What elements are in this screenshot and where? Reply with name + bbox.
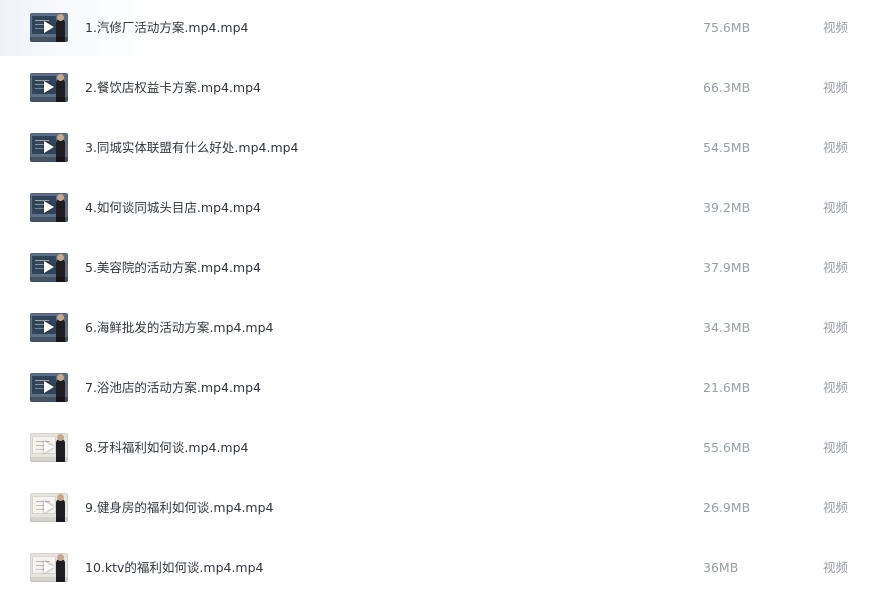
file-type: 视频 xyxy=(823,380,849,395)
file-name[interactable]: 1.汽修厂活动方案.mp4.mp4 xyxy=(85,19,249,37)
thumbnail-floor xyxy=(30,397,68,402)
file-name[interactable]: 8.牙科福利如何谈.mp4.mp4 xyxy=(85,439,249,457)
file-type: 视频 xyxy=(823,500,849,515)
play-icon xyxy=(44,201,54,213)
file-name[interactable]: 2.餐饮店权益卡方案.mp4.mp4 xyxy=(85,79,261,97)
file-size: 39.2MB xyxy=(703,200,751,215)
file-size: 34.3MB xyxy=(703,320,751,335)
video-thumbnail[interactable] xyxy=(30,313,68,342)
file-name[interactable]: 3.同城实体联盟有什么好处.mp4.mp4 xyxy=(85,139,299,157)
video-thumbnail[interactable] xyxy=(30,433,68,462)
thumbnail-floor xyxy=(30,37,68,42)
file-row[interactable]: 10.ktv的福利如何谈.mp4.mp4 36MB 视频 xyxy=(0,540,887,596)
file-row[interactable]: 2.餐饮店权益卡方案.mp4.mp4 66.3MB 视频 xyxy=(0,60,887,116)
file-type: 视频 xyxy=(823,200,849,215)
thumbnail-floor xyxy=(30,217,68,222)
file-name[interactable]: 7.浴池店的活动方案.mp4.mp4 xyxy=(85,379,261,397)
file-row[interactable]: 8.牙科福利如何谈.mp4.mp4 55.6MB 视频 xyxy=(0,420,887,476)
file-type: 视频 xyxy=(823,140,849,155)
file-name[interactable]: 5.美容院的活动方案.mp4.mp4 xyxy=(85,259,261,277)
thumbnail-floor xyxy=(30,97,68,102)
file-type: 视频 xyxy=(823,20,849,35)
thumbnail-floor xyxy=(30,337,68,342)
play-icon xyxy=(44,501,54,513)
file-size: 66.3MB xyxy=(703,80,751,95)
play-icon xyxy=(44,141,54,153)
file-name[interactable]: 9.健身房的福利如何谈.mp4.mp4 xyxy=(85,499,274,517)
play-icon xyxy=(44,321,54,333)
thumbnail-floor xyxy=(30,457,68,462)
file-name[interactable]: 4.如何谈同城头目店.mp4.mp4 xyxy=(85,199,261,217)
file-size: 75.6MB xyxy=(703,20,751,35)
video-thumbnail[interactable] xyxy=(30,73,68,102)
file-size: 21.6MB xyxy=(703,380,751,395)
file-type: 视频 xyxy=(823,440,849,455)
file-name[interactable]: 6.海鲜批发的活动方案.mp4.mp4 xyxy=(85,319,274,337)
play-icon xyxy=(44,261,54,273)
video-thumbnail[interactable] xyxy=(30,133,68,162)
file-row[interactable]: 7.浴池店的活动方案.mp4.mp4 21.6MB 视频 xyxy=(0,360,887,416)
play-icon xyxy=(44,81,54,93)
video-thumbnail[interactable] xyxy=(30,193,68,222)
file-list: 1.汽修厂活动方案.mp4.mp4 75.6MB 视频 2.餐饮店权益卡方案.m… xyxy=(0,0,887,601)
video-thumbnail[interactable] xyxy=(30,373,68,402)
file-size: 36MB xyxy=(703,560,739,575)
thumbnail-floor xyxy=(30,577,68,582)
video-thumbnail[interactable] xyxy=(30,493,68,522)
file-row[interactable]: 4.如何谈同城头目店.mp4.mp4 39.2MB 视频 xyxy=(0,180,887,236)
file-row[interactable]: 6.海鲜批发的活动方案.mp4.mp4 34.3MB 视频 xyxy=(0,300,887,356)
play-icon xyxy=(44,441,54,453)
file-type: 视频 xyxy=(823,320,849,335)
thumbnail-floor xyxy=(30,517,68,522)
file-row[interactable]: 9.健身房的福利如何谈.mp4.mp4 26.9MB 视频 xyxy=(0,480,887,536)
file-row[interactable]: 1.汽修厂活动方案.mp4.mp4 75.6MB 视频 xyxy=(0,0,887,56)
file-type: 视频 xyxy=(823,260,849,275)
file-row[interactable]: 3.同城实体联盟有什么好处.mp4.mp4 54.5MB 视频 xyxy=(0,120,887,176)
file-size: 54.5MB xyxy=(703,140,751,155)
file-row[interactable]: 5.美容院的活动方案.mp4.mp4 37.9MB 视频 xyxy=(0,240,887,296)
file-name[interactable]: 10.ktv的福利如何谈.mp4.mp4 xyxy=(85,559,264,577)
thumbnail-floor xyxy=(30,277,68,282)
play-icon xyxy=(44,21,54,33)
thumbnail-floor xyxy=(30,157,68,162)
video-thumbnail[interactable] xyxy=(30,13,68,42)
play-icon xyxy=(44,381,54,393)
video-thumbnail[interactable] xyxy=(30,253,68,282)
video-thumbnail[interactable] xyxy=(30,553,68,582)
file-size: 55.6MB xyxy=(703,440,751,455)
file-size: 37.9MB xyxy=(703,260,751,275)
play-icon xyxy=(44,561,54,573)
file-type: 视频 xyxy=(823,80,849,95)
file-size: 26.9MB xyxy=(703,500,751,515)
file-type: 视频 xyxy=(823,560,849,575)
